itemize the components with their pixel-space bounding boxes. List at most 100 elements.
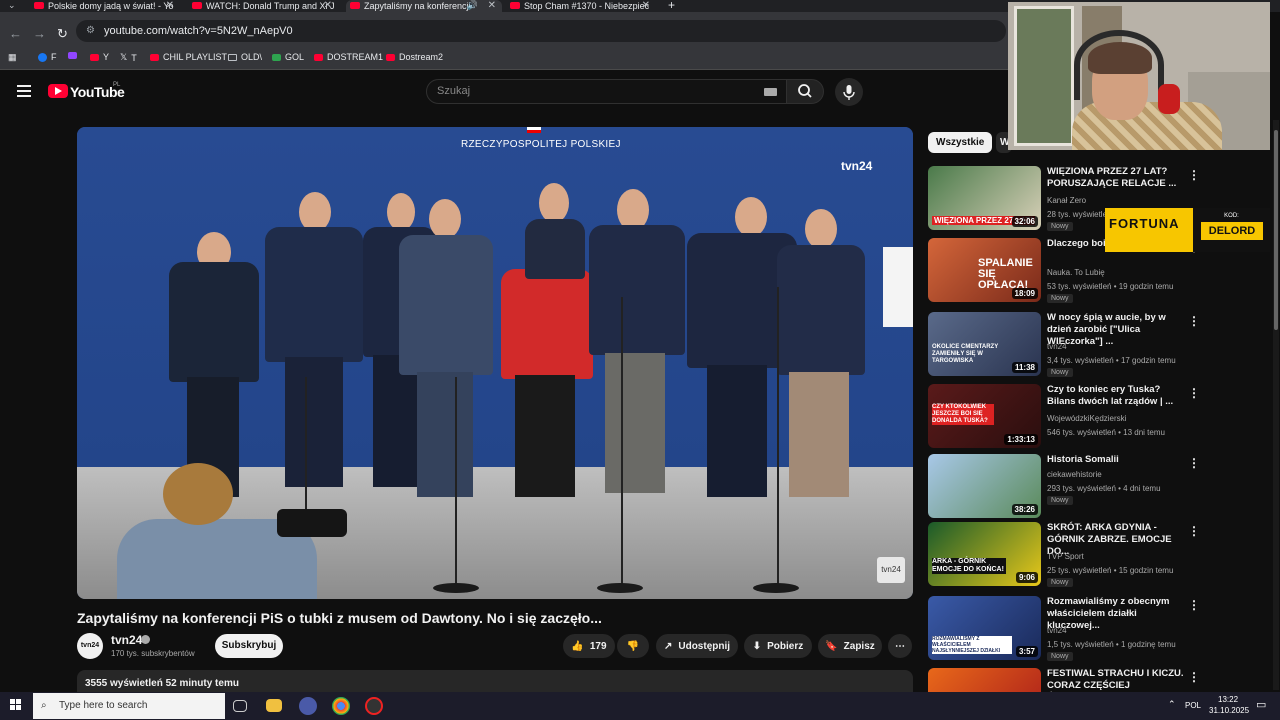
channel-avatar[interactable]: tvn24 bbox=[77, 633, 103, 659]
bookmark-gol[interactable]: GOL bbox=[272, 52, 304, 62]
tab-list-chevron-icon[interactable]: ⌄ bbox=[8, 0, 16, 11]
browser-tab-active[interactable]: Zapytaliśmy na konferencji 🔊 ✕ bbox=[346, 0, 502, 12]
menu-icon[interactable] bbox=[17, 85, 31, 97]
recommendation-channel[interactable]: Kanał Zero bbox=[1047, 196, 1086, 205]
recommendation-title[interactable]: W nocy śpią w aucie, by w dzień zarobić … bbox=[1047, 312, 1187, 348]
more-vert-icon[interactable]: ⋮ bbox=[1188, 456, 1200, 470]
recommendation-channel[interactable]: Nauka. To Lubię bbox=[1047, 268, 1105, 277]
recommendation-channel[interactable]: WojewódzkiKędzierski bbox=[1047, 414, 1126, 423]
recommendation-title[interactable]: Historia Somalii bbox=[1047, 454, 1187, 466]
share-button[interactable]: ↗ Udostępnij bbox=[656, 634, 738, 658]
recommendation-channel[interactable]: ciekawehistorie bbox=[1047, 470, 1102, 479]
back-icon[interactable]: ← bbox=[9, 26, 22, 41]
recommendation-meta: 28 tys. wyświetleń bbox=[1047, 210, 1112, 219]
address-bar[interactable]: ⚙ youtube.com/watch?v=5N2W_nAepV0 bbox=[76, 20, 1006, 42]
close-tab-icon[interactable]: ✕ bbox=[166, 0, 174, 11]
video-thumbnail[interactable]: CZY KTOKOLWIEK JESZCZE BOI SIĘ DONALDA T… bbox=[928, 384, 1041, 448]
recommendation-title[interactable]: Rozmawialiśmy z obecnym właścicielem dzi… bbox=[1047, 596, 1187, 632]
clock-time[interactable]: 13:22 bbox=[1218, 695, 1238, 704]
recommendation-channel[interactable]: tvn24 bbox=[1047, 342, 1067, 351]
thumbs-up-icon: 👍 bbox=[571, 640, 584, 652]
recommendation-item[interactable]: FESTIWAL STRACHU I KICZU. CORAZ CZĘŚCIEJ… bbox=[928, 668, 1268, 692]
more-actions-button[interactable]: ⋯ bbox=[888, 634, 912, 658]
dislike-button[interactable]: 👎 bbox=[617, 634, 649, 658]
clock-date[interactable]: 31.10.2025 bbox=[1209, 706, 1249, 715]
windows-start-icon[interactable] bbox=[10, 699, 22, 711]
recommendation-title[interactable]: FESTIWAL STRACHU I KICZU. CORAZ CZĘŚCIEJ… bbox=[1047, 668, 1187, 692]
chrome-icon[interactable] bbox=[332, 697, 350, 715]
video-thumbnail[interactable]: WIĘZIONA PRZEZ 27 LAT! 32:06 bbox=[928, 166, 1041, 230]
language-indicator[interactable]: POL bbox=[1185, 701, 1201, 710]
file-explorer-icon[interactable] bbox=[266, 699, 282, 712]
recommendation-item[interactable]: ROZMAWIALIŚMY Z WŁAŚCICIELEM NAJSŁYNNIEJ… bbox=[928, 596, 1268, 662]
notification-icon[interactable]: ▭ bbox=[1256, 698, 1266, 711]
browser-tab[interactable]: WATCH: Donald Trump and Xi J ✕ bbox=[188, 0, 338, 12]
site-info-icon[interactable]: ⚙ bbox=[86, 20, 95, 42]
video-thumbnail[interactable]: ARKA - GÓRNIK EMOCJE DO KOŃCA! 9:06 bbox=[928, 522, 1041, 586]
channel-name[interactable]: tvn24 bbox=[111, 633, 142, 647]
tray-expand-icon[interactable]: ⌃ bbox=[1168, 699, 1176, 710]
save-button[interactable]: 🔖 Zapisz bbox=[818, 634, 882, 658]
youtube-icon bbox=[386, 53, 395, 61]
forward-icon[interactable]: → bbox=[33, 26, 46, 41]
more-vert-icon[interactable]: ⋮ bbox=[1188, 524, 1200, 538]
video-thumbnail[interactable]: ROZMAWIALIŚMY Z WŁAŚCICIELEM NAJSŁYNNIEJ… bbox=[928, 596, 1041, 660]
subscribe-button[interactable]: Subskrybuj bbox=[215, 634, 283, 658]
more-vert-icon[interactable]: ⋮ bbox=[1188, 670, 1200, 684]
bookmark-x[interactable]: 𝕏T bbox=[120, 52, 137, 63]
headset-icon bbox=[1074, 30, 1164, 100]
bookmark-dostream1[interactable]: DOSTREAM1 bbox=[314, 52, 383, 62]
recommendation-meta: 293 tys. wyświetleń • 4 dni temu bbox=[1047, 484, 1161, 493]
bookmark-chil-playlist[interactable]: CHIL PLAYLIST bbox=[150, 52, 227, 62]
recommendation-channel[interactable]: tvn24 bbox=[1047, 626, 1067, 635]
recommendation-item[interactable]: OKOLICE CMENTARZY ZAMIENIŁY SIĘ W TARGOW… bbox=[928, 312, 1268, 378]
thumbs-down-icon: 👎 bbox=[626, 640, 640, 652]
close-tab-icon[interactable]: ✕ bbox=[642, 0, 650, 11]
keyboard-icon[interactable] bbox=[764, 88, 777, 96]
bookmark-youtube[interactable]: Y bbox=[90, 52, 109, 62]
browser-tab[interactable]: Stop Cham #1370 - Niebezpiec ✕ bbox=[506, 0, 656, 12]
more-vert-icon[interactable]: ⋮ bbox=[1188, 386, 1200, 400]
scrollbar-thumb[interactable] bbox=[1274, 130, 1278, 330]
apps-icon[interactable]: ▦ bbox=[8, 52, 17, 63]
recommendation-title[interactable]: WIĘZIONA PRZEZ 27 LAT? PORUSZAJĄCE RELAC… bbox=[1047, 166, 1187, 190]
download-button[interactable]: ⬇ Pobierz bbox=[744, 634, 812, 658]
recommendation-channel[interactable]: TVP Sport bbox=[1047, 552, 1084, 561]
task-view-icon[interactable] bbox=[233, 700, 247, 712]
recommendation-item[interactable]: 38:26 Historia Somalii ciekawehistorie 2… bbox=[928, 454, 1268, 520]
recommendation-title[interactable]: Czy to koniec ery Tuska? Bilans dwóch la… bbox=[1047, 384, 1187, 408]
bookmark-dostream2[interactable]: Dostream2 bbox=[386, 52, 443, 62]
more-vert-icon[interactable]: ⋮ bbox=[1188, 168, 1200, 182]
mic-stand bbox=[777, 287, 779, 587]
voice-search-button[interactable] bbox=[835, 78, 863, 106]
like-button[interactable]: 👍 179 bbox=[563, 634, 615, 658]
chip-all[interactable]: Wszystkie bbox=[928, 132, 993, 153]
recommendation-item[interactable]: CZY KTOKOLWIEK JESZCZE BOI SIĘ DONALDA T… bbox=[928, 384, 1268, 450]
new-tab-icon[interactable]: + bbox=[668, 0, 675, 12]
discord-icon[interactable] bbox=[299, 697, 317, 715]
subscriber-count: 170 tys. subskrybentów bbox=[111, 649, 195, 658]
new-badge: Nowy bbox=[1047, 368, 1073, 377]
bookmark-facebook[interactable]: F bbox=[38, 52, 57, 62]
description-box[interactable]: 3555 wyświetleń 52 minuty temu bbox=[77, 670, 913, 692]
youtube-logo-icon[interactable] bbox=[48, 84, 68, 98]
bookmark-twitch[interactable] bbox=[68, 52, 77, 59]
video-thumbnail[interactable]: 38:26 bbox=[928, 454, 1041, 518]
close-tab-icon[interactable]: ✕ bbox=[488, 0, 496, 11]
taskbar-search-input[interactable]: ⌕ Type here to search bbox=[33, 693, 225, 719]
recommendation-item[interactable]: ARKA - GÓRNIK EMOCJE DO KOŃCA! 9:06 SKRÓ… bbox=[928, 522, 1268, 588]
search-button[interactable] bbox=[786, 79, 824, 104]
more-vert-icon[interactable]: ⋮ bbox=[1188, 314, 1200, 328]
obs-icon[interactable] bbox=[365, 697, 383, 715]
reload-icon[interactable]: ↻ bbox=[57, 26, 68, 42]
speaker-icon[interactable]: 🔊 bbox=[467, 0, 478, 11]
video-thumbnail[interactable] bbox=[928, 668, 1041, 692]
video-player[interactable]: RZECZYPOSPOLITEJ POLSKIEJ tvn24 tvn24 bbox=[77, 127, 913, 599]
more-vert-icon[interactable]: ⋮ bbox=[1188, 598, 1200, 612]
bookmark-folder-old[interactable]: OLD\ bbox=[228, 52, 262, 62]
search-input[interactable]: Szukaj bbox=[426, 79, 788, 104]
video-thumbnail[interactable]: SPALANIE SIĘ OPŁACA! 18:09 bbox=[928, 238, 1041, 302]
close-tab-icon[interactable]: ✕ bbox=[324, 0, 332, 11]
browser-tab[interactable]: Polskie domy jadą w świat! - Yo ✕ bbox=[30, 0, 180, 12]
video-thumbnail[interactable]: OKOLICE CMENTARZY ZAMIENIŁY SIĘ W TARGOW… bbox=[928, 312, 1041, 376]
